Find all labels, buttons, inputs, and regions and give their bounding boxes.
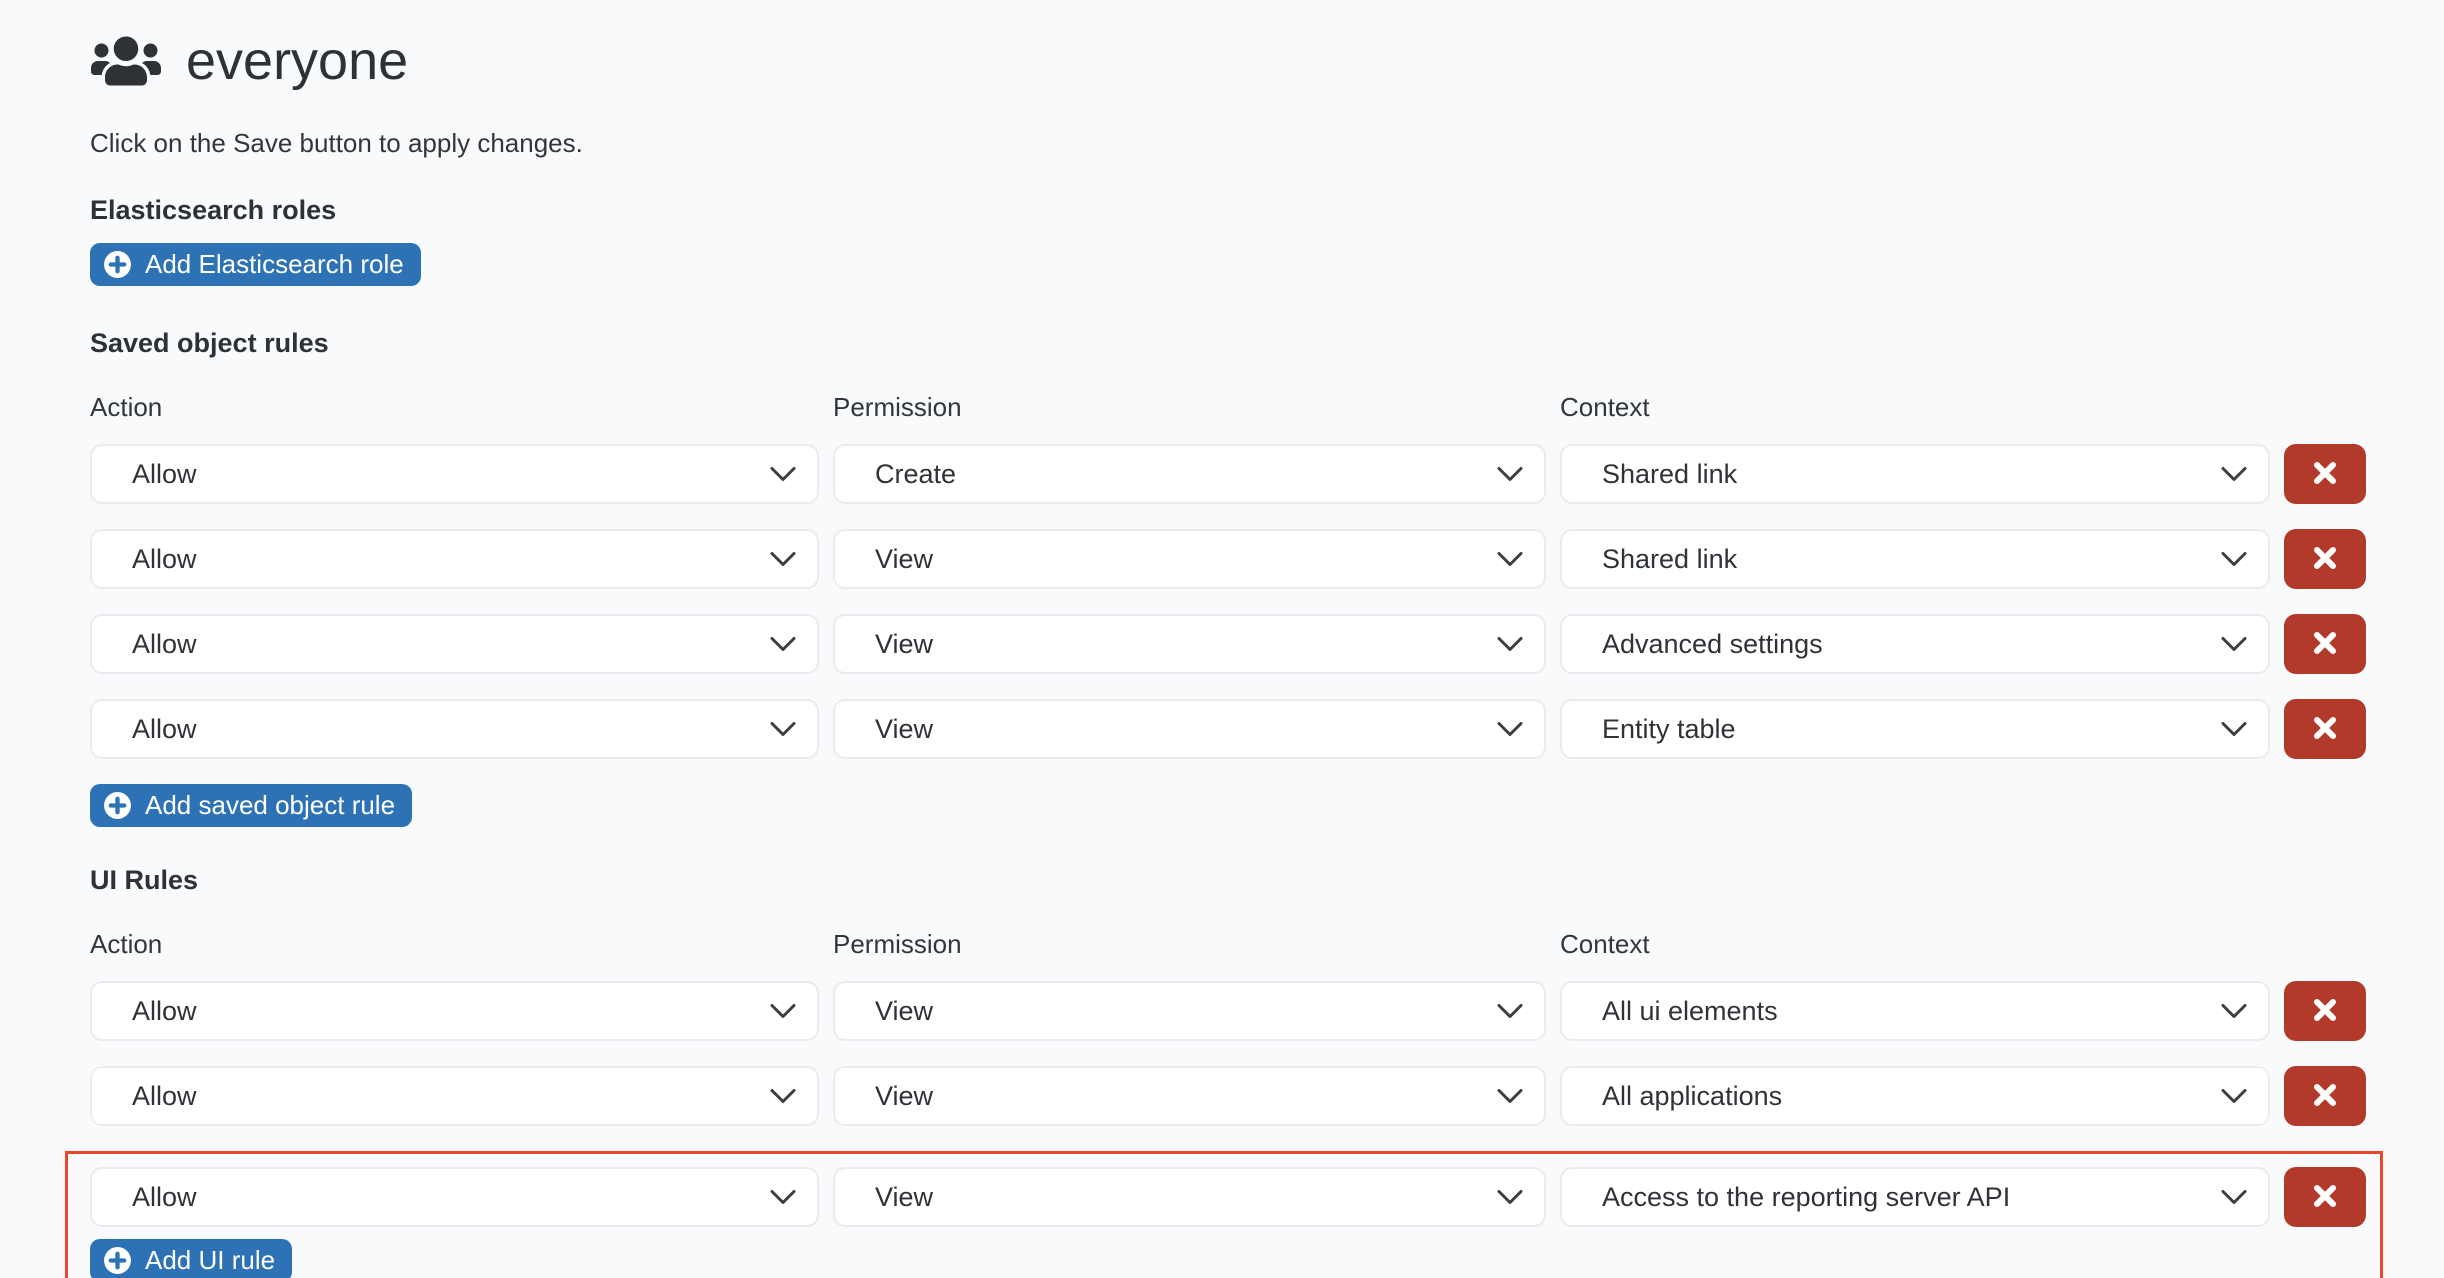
add-elasticsearch-role-button[interactable]: Add Elasticsearch role [90, 243, 421, 286]
permission-select[interactable]: View [833, 699, 1546, 759]
delete-rule-button[interactable] [2284, 981, 2366, 1041]
page-header: everyone [90, 26, 2444, 96]
saved-object-rule-row: Allow View Advanced settings [90, 614, 2444, 674]
column-header-permission: Permission [833, 392, 1546, 423]
page: everyone Click on the Save button to app… [0, 0, 2444, 1278]
x-icon [2313, 546, 2337, 573]
column-header-action: Action [90, 929, 819, 960]
permission-select[interactable]: View [833, 981, 1546, 1041]
x-icon [2313, 631, 2337, 658]
page-title: everyone [186, 30, 408, 92]
action-select[interactable]: Allow [90, 981, 819, 1041]
delete-rule-button[interactable] [2284, 529, 2366, 589]
saved-object-rules-heading: Saved object rules [90, 328, 2444, 359]
x-icon [2313, 716, 2337, 743]
delete-rule-button[interactable] [2284, 1167, 2366, 1227]
plus-circle-icon [103, 1246, 132, 1275]
x-icon [2313, 1184, 2337, 1211]
action-select[interactable]: Allow [90, 1066, 819, 1126]
highlighted-rule-group: Allow View Access to the reporting serve… [65, 1151, 2383, 1278]
delete-rule-button[interactable] [2284, 1066, 2366, 1126]
context-select[interactable]: Shared link [1560, 444, 2270, 504]
permission-select[interactable]: View [833, 529, 1546, 589]
column-header-permission: Permission [833, 929, 1546, 960]
add-ui-rule-button[interactable]: Add UI rule [90, 1239, 292, 1278]
saved-object-rule-row: Allow View Shared link [90, 529, 2444, 589]
context-select[interactable]: Advanced settings [1560, 614, 2270, 674]
ui-rule-row-highlighted: Allow View Access to the reporting serve… [90, 1167, 2368, 1227]
permission-select[interactable]: Create [833, 444, 1546, 504]
action-select[interactable]: Allow [90, 1167, 819, 1227]
delete-rule-button[interactable] [2284, 444, 2366, 504]
x-icon [2313, 998, 2337, 1025]
action-select[interactable]: Allow [90, 614, 819, 674]
saved-object-rules-list: Allow Create Shared link Allow View Shar… [90, 444, 2444, 759]
action-select[interactable]: Allow [90, 529, 819, 589]
context-select[interactable]: Shared link [1560, 529, 2270, 589]
context-select[interactable]: All ui elements [1560, 981, 2270, 1041]
save-hint-text: Click on the Save button to apply change… [90, 128, 2444, 159]
delete-rule-button[interactable] [2284, 699, 2366, 759]
plus-circle-icon [103, 250, 132, 279]
column-header-action: Action [90, 392, 819, 423]
ui-rule-row: Allow View All ui elements [90, 981, 2444, 1041]
ui-rules-column-headers: Action Permission Context [90, 929, 2444, 960]
plus-circle-icon [103, 791, 132, 820]
users-icon [90, 33, 162, 89]
saved-object-rules-column-headers: Action Permission Context [90, 392, 2444, 423]
saved-object-rule-row: Allow View Entity table [90, 699, 2444, 759]
add-ui-rule-label: Add UI rule [145, 1245, 275, 1276]
add-saved-object-rule-label: Add saved object rule [145, 790, 395, 821]
saved-object-rule-row: Allow Create Shared link [90, 444, 2444, 504]
action-select[interactable]: Allow [90, 699, 819, 759]
permission-select[interactable]: View [833, 614, 1546, 674]
x-icon [2313, 1083, 2337, 1110]
x-icon [2313, 461, 2337, 488]
delete-rule-button[interactable] [2284, 614, 2366, 674]
column-header-context: Context [1560, 392, 2270, 423]
context-select[interactable]: All applications [1560, 1066, 2270, 1126]
ui-rule-row: Allow View All applications [90, 1066, 2444, 1126]
ui-rules-list: Allow View All ui elements Allow View Al… [90, 981, 2444, 1278]
permission-select[interactable]: View [833, 1167, 1546, 1227]
add-elasticsearch-role-label: Add Elasticsearch role [145, 249, 404, 280]
permission-select[interactable]: View [833, 1066, 1546, 1126]
context-select[interactable]: Access to the reporting server API [1560, 1167, 2270, 1227]
add-saved-object-rule-button[interactable]: Add saved object rule [90, 784, 412, 827]
action-select[interactable]: Allow [90, 444, 819, 504]
column-header-context: Context [1560, 929, 2270, 960]
elasticsearch-roles-heading: Elasticsearch roles [90, 195, 2444, 226]
ui-rules-heading: UI Rules [90, 865, 2444, 896]
context-select[interactable]: Entity table [1560, 699, 2270, 759]
